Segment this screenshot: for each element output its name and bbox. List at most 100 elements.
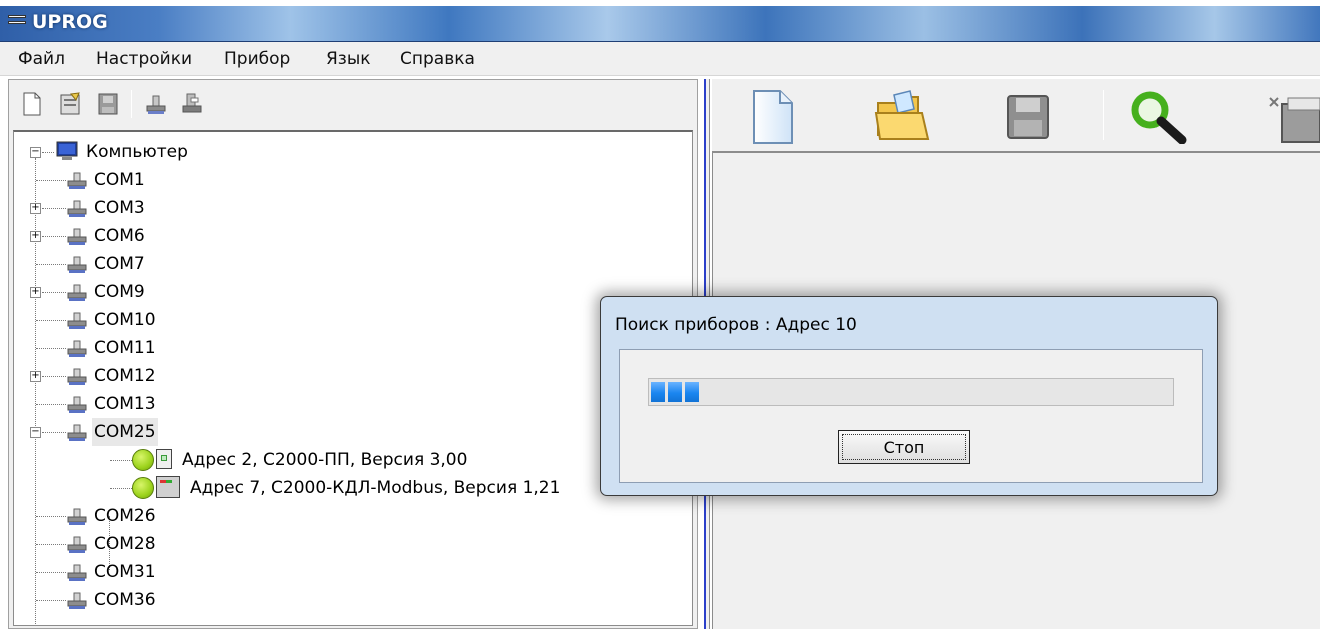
- port-icon: [67, 340, 87, 357]
- device-kdl-icon: [156, 476, 180, 498]
- tree-node-com28[interactable]: COM28: [14, 530, 314, 558]
- port-icon: [67, 536, 87, 553]
- tree-label-port: COM36: [94, 590, 156, 610]
- progress-segment: [685, 382, 699, 402]
- toolbar-separator: [1103, 90, 1104, 140]
- port-icon: [67, 256, 87, 273]
- menu-settings[interactable]: Настройки: [92, 49, 196, 69]
- menu-file[interactable]: Файл: [14, 49, 69, 69]
- left-toolbar: [9, 80, 697, 126]
- tree-label-port: COM13: [94, 394, 156, 414]
- port-icon: [67, 172, 87, 189]
- save-disk-icon[interactable]: [1006, 94, 1050, 140]
- tree-label-port: COM28: [94, 534, 156, 554]
- menu-bar: Файл Настройки Прибор Язык Справка: [0, 42, 1320, 76]
- open-folder-icon[interactable]: [874, 89, 932, 145]
- tree-label-port: COM6: [94, 226, 145, 246]
- search-devices-dialog: Поиск приборов : Адрес 10 Стоп: [600, 296, 1218, 496]
- device-status-icon: [132, 449, 154, 471]
- com-port-icon[interactable]: [145, 92, 167, 116]
- left-panel: − Компьютер COM1 + COM3 + COM6 COM7 + CO…: [8, 79, 698, 629]
- search-progress-bar: [648, 378, 1174, 406]
- port-icon: [67, 284, 87, 301]
- device-config-icon[interactable]: [1268, 94, 1320, 144]
- tree-node-com26[interactable]: COM26: [14, 502, 314, 530]
- window-title: UPROG: [32, 11, 108, 33]
- new-file-icon[interactable]: [21, 92, 43, 116]
- tree-node-device[interactable]: Адрес 2, С2000-ПП, Версия 3,00: [14, 446, 614, 474]
- tree-connector: [42, 236, 66, 237]
- tree-connector: [42, 152, 54, 153]
- port-icon: [67, 312, 87, 329]
- app-icon: [8, 15, 26, 31]
- tree-label-port: COM31: [94, 562, 156, 582]
- tree-node-com31[interactable]: COM31: [14, 558, 314, 586]
- tree-label-port-selected: COM25: [92, 418, 158, 446]
- properties-icon[interactable]: [59, 92, 81, 116]
- port-icon: [67, 564, 87, 581]
- tree-node-com12[interactable]: + COM12: [14, 362, 314, 390]
- device-port-icon[interactable]: [181, 92, 203, 116]
- tree-label-port: COM12: [94, 366, 156, 386]
- device-tree[interactable]: − Компьютер COM1 + COM3 + COM6 COM7 + CO…: [13, 130, 693, 626]
- tree-connector: [36, 404, 66, 405]
- tree-node-com6[interactable]: + COM6: [14, 222, 314, 250]
- search-icon[interactable]: [1130, 90, 1188, 144]
- tree-node-computer[interactable]: − Компьютер: [14, 138, 314, 166]
- tree-node-com36[interactable]: COM36: [14, 586, 314, 614]
- menu-device[interactable]: Прибор: [220, 49, 294, 69]
- menu-language[interactable]: Язык: [322, 49, 375, 69]
- port-icon: [67, 368, 87, 385]
- tree-connector: [36, 572, 66, 573]
- progress-fill: [651, 382, 702, 402]
- tree-node-com11[interactable]: COM11: [14, 334, 314, 362]
- stop-button[interactable]: Стоп: [838, 430, 970, 464]
- tree-node-com10[interactable]: COM10: [14, 306, 314, 334]
- tree-connector: [42, 376, 66, 377]
- collapse-toggle[interactable]: −: [30, 147, 41, 158]
- tree-connector: [42, 208, 66, 209]
- tree-node-com25[interactable]: − COM25: [14, 418, 314, 446]
- tree-label-computer: Компьютер: [86, 142, 188, 162]
- tree-node-com13[interactable]: COM13: [14, 390, 314, 418]
- dialog-body: Стоп: [619, 349, 1203, 483]
- tree-label-port: COM9: [94, 282, 145, 302]
- tree-label-port: COM11: [94, 338, 156, 358]
- tree-node-com3[interactable]: + COM3: [14, 194, 314, 222]
- tree-connector: [36, 264, 66, 265]
- device-status-icon: [132, 477, 154, 499]
- tree-label-port: COM10: [94, 310, 156, 330]
- device-pp-icon: [156, 449, 172, 469]
- expand-toggle[interactable]: +: [30, 371, 41, 382]
- tree-connector: [36, 600, 66, 601]
- expand-toggle[interactable]: +: [30, 203, 41, 214]
- tree-connector: [36, 320, 66, 321]
- tree-node-com9[interactable]: + COM9: [14, 278, 314, 306]
- tree-node-com1[interactable]: COM1: [14, 166, 314, 194]
- tree-connector: [36, 180, 66, 181]
- port-icon: [67, 200, 87, 217]
- tree-connector: [36, 544, 66, 545]
- collapse-toggle[interactable]: −: [30, 427, 41, 438]
- tree-connector: [42, 292, 66, 293]
- tree-label-port: COM26: [94, 506, 156, 526]
- tree-connector: [36, 516, 66, 517]
- port-icon: [67, 424, 87, 441]
- window-titlebar[interactable]: UPROG: [0, 6, 1320, 42]
- tree-connector: [36, 348, 66, 349]
- progress-segment: [651, 382, 665, 402]
- save-icon[interactable]: [97, 92, 119, 116]
- tree-node-device[interactable]: Адрес 7, С2000-КДЛ-Modbus, Версия 1,21: [14, 474, 614, 502]
- port-icon: [67, 592, 87, 609]
- toolbar-separator: [131, 90, 132, 118]
- dialog-title: Поиск приборов : Адрес 10: [615, 315, 857, 335]
- tree-connector: [42, 432, 66, 433]
- new-document-icon[interactable]: [750, 89, 796, 145]
- tree-label-port: COM7: [94, 254, 145, 274]
- port-icon: [67, 396, 87, 413]
- menu-help[interactable]: Справка: [396, 49, 479, 69]
- tree-connector: [110, 488, 132, 489]
- expand-toggle[interactable]: +: [30, 287, 41, 298]
- expand-toggle[interactable]: +: [30, 231, 41, 242]
- tree-node-com7[interactable]: COM7: [14, 250, 314, 278]
